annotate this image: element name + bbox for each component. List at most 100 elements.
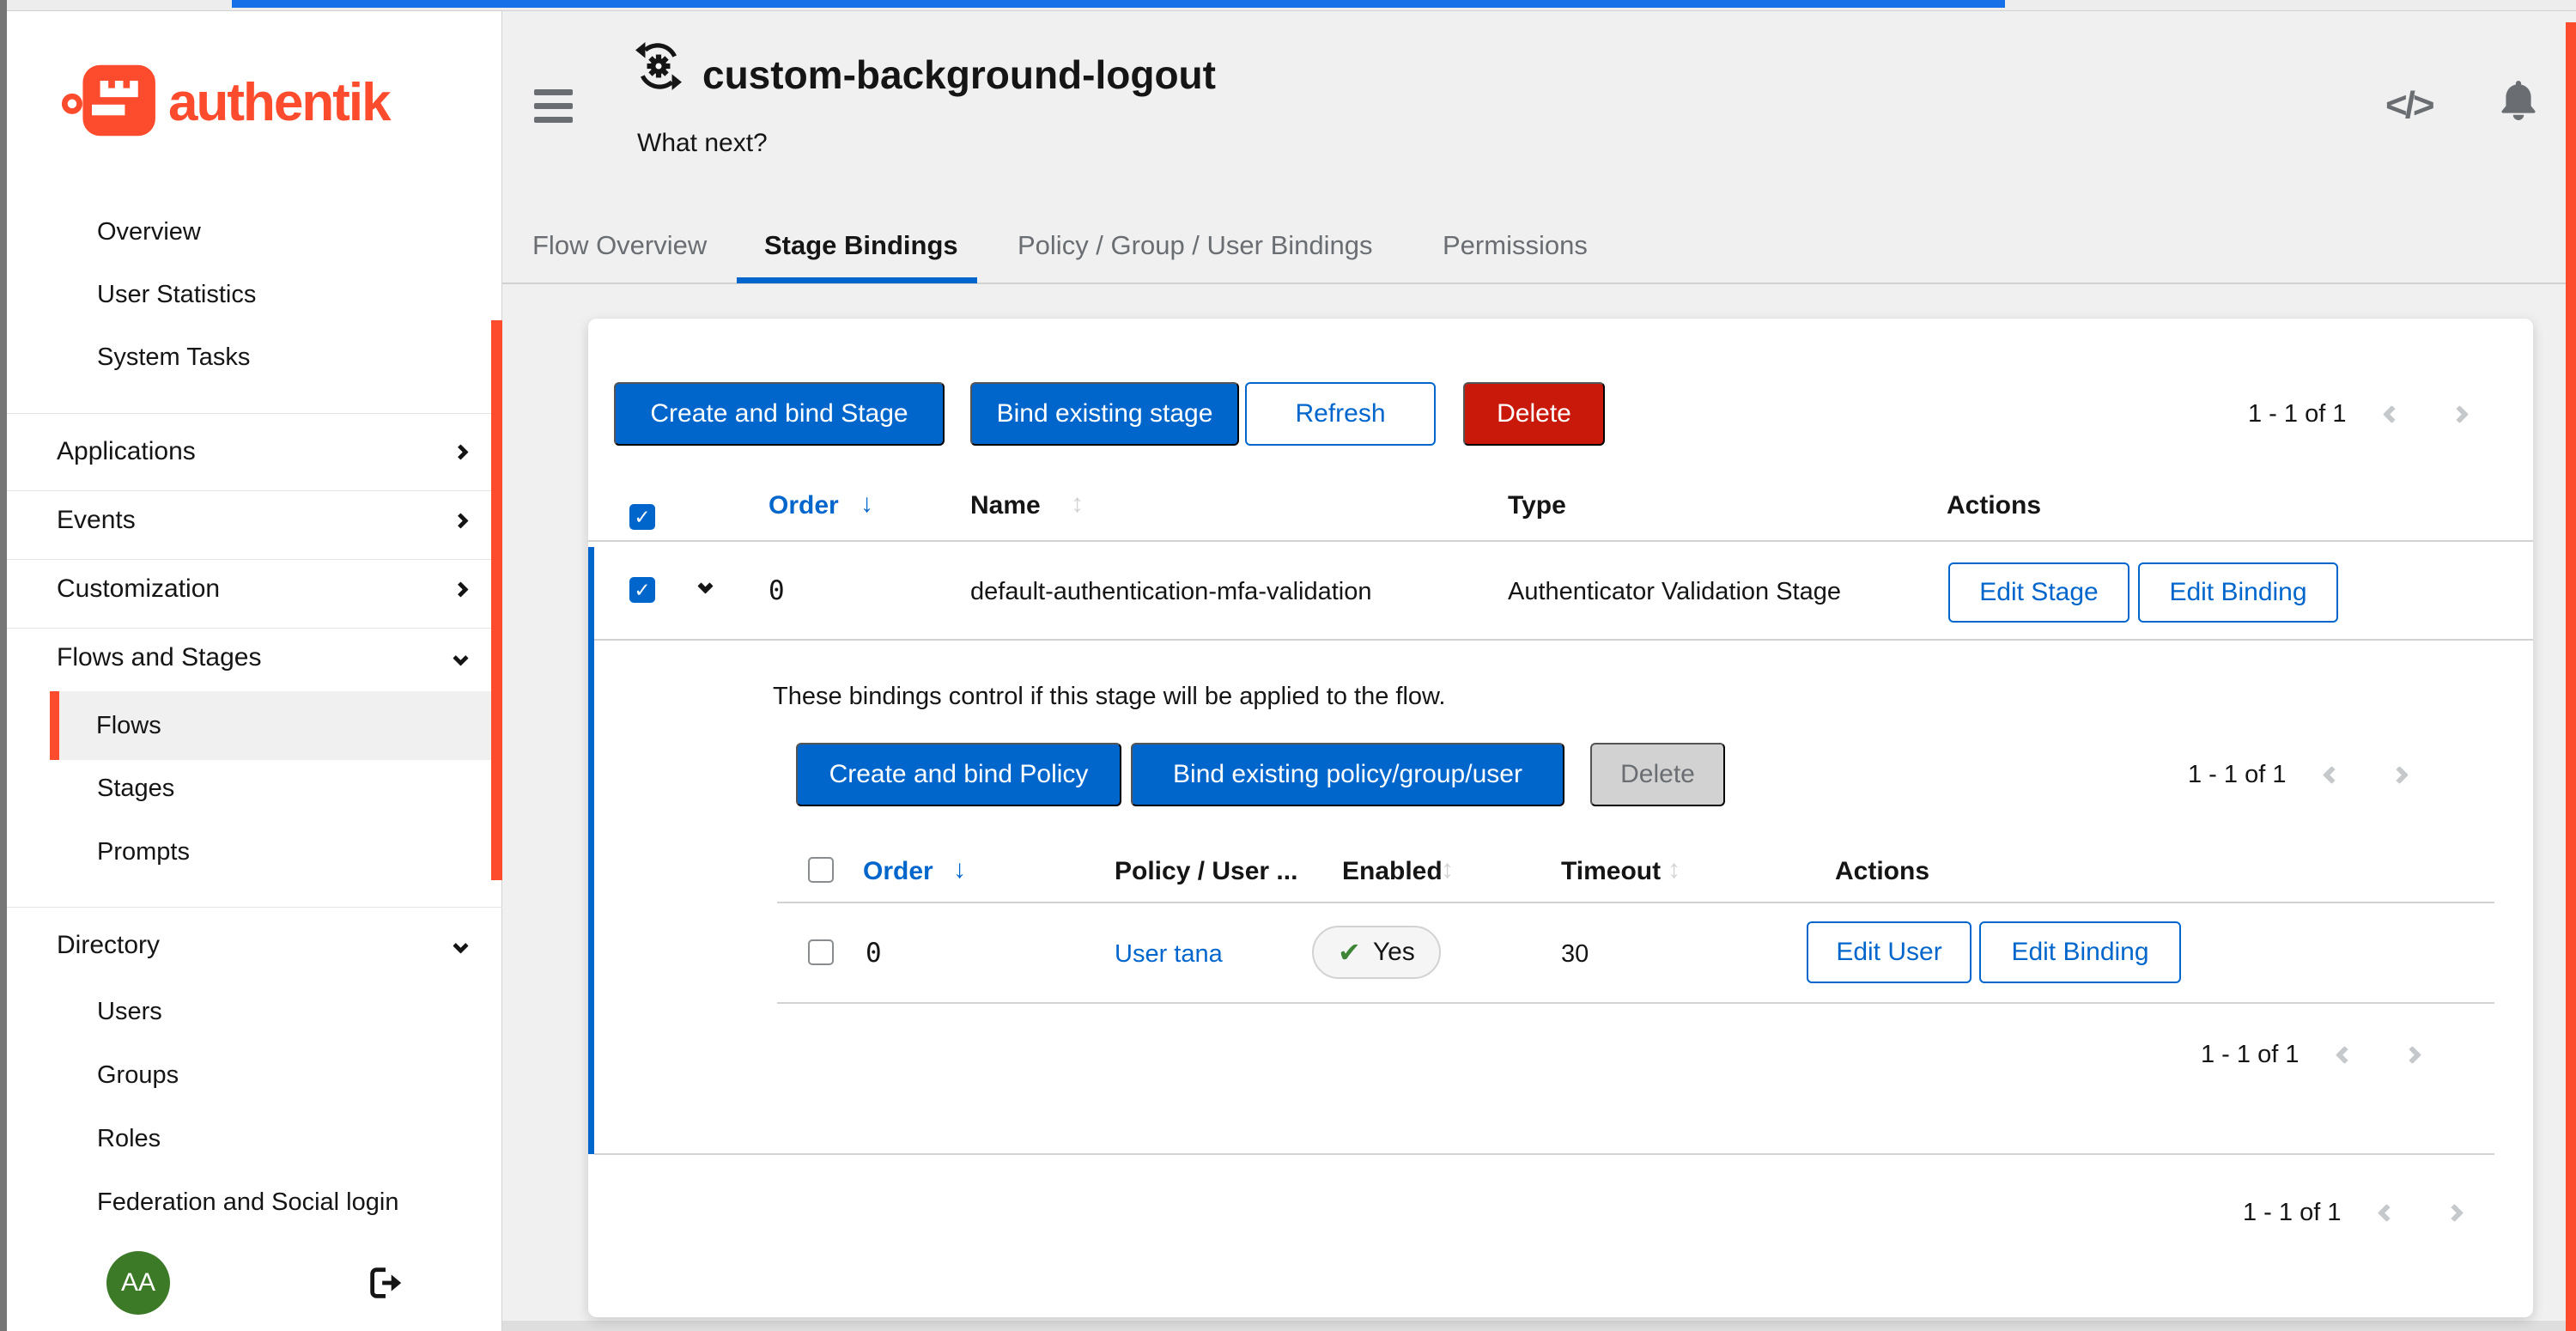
sub-column-header-enabled[interactable]: Enabled bbox=[1342, 857, 1443, 886]
select-all-checkbox[interactable]: ✓ bbox=[629, 504, 655, 530]
cell-order: 0 bbox=[769, 575, 785, 606]
sidebar-item-label: Roles bbox=[97, 1125, 161, 1153]
notification-bell-icon[interactable] bbox=[2497, 77, 2540, 125]
sidebar-item-label: Groups bbox=[97, 1061, 179, 1090]
sub-table-row-border bbox=[777, 1002, 2494, 1004]
sub-column-header-timeout[interactable]: Timeout bbox=[1561, 857, 1661, 886]
bind-existing-stage-button[interactable]: Bind existing stage bbox=[970, 382, 1239, 446]
pagination-next-icon[interactable] bbox=[2391, 765, 2409, 783]
sort-icon[interactable]: ↕ bbox=[1441, 855, 1454, 884]
sidebar-item-customization[interactable]: Customization bbox=[7, 558, 502, 620]
sidebar-item-label: Flows bbox=[96, 712, 161, 740]
enabled-badge-label: Yes bbox=[1373, 938, 1415, 967]
sidebar-item-label: Customization bbox=[57, 574, 220, 604]
tab-stage-bindings[interactable]: Stage Bindings bbox=[764, 230, 958, 261]
sidebar-item-users[interactable]: Users bbox=[7, 981, 502, 1042]
delete-button[interactable]: Delete bbox=[1463, 382, 1605, 446]
tab-policy-group-user-bindings[interactable]: Policy / Group / User Bindings bbox=[1018, 230, 1373, 261]
pagination-prev-icon[interactable] bbox=[2383, 404, 2401, 422]
pagination-policy-bottom: 1 - 1 of 1 bbox=[2201, 1037, 2419, 1072]
sidebar-item-applications[interactable]: Applications bbox=[7, 421, 502, 483]
sidebar-item-label: Events bbox=[57, 506, 136, 535]
sidebar-item-overview[interactable]: Overview bbox=[7, 201, 502, 263]
chevron-right-icon bbox=[453, 513, 468, 528]
sidebar-item-system-tasks[interactable]: System Tasks bbox=[7, 326, 502, 388]
create-and-bind-policy-button[interactable]: Create and bind Policy bbox=[796, 743, 1121, 806]
cell-name: default-authentication-mfa-validation bbox=[970, 578, 1372, 606]
sidebar-divider bbox=[7, 907, 502, 908]
user-link[interactable]: User tana bbox=[1115, 940, 1223, 969]
edit-user-button[interactable]: Edit User bbox=[1807, 921, 1971, 983]
sidebar-toggle-button[interactable] bbox=[534, 89, 573, 131]
sidebar: authentik Overview User Statistics Syste… bbox=[7, 11, 502, 1331]
pagination-label: 1 - 1 of 1 bbox=[2201, 1041, 2299, 1069]
authentik-logo[interactable]: authentik bbox=[62, 59, 390, 146]
sort-icon[interactable]: ↕ bbox=[1668, 855, 1680, 884]
cell-type: Authenticator Validation Stage bbox=[1508, 578, 1841, 606]
sidebar-scrollbar[interactable] bbox=[491, 320, 502, 880]
sort-icon[interactable]: ↕ bbox=[1071, 489, 1084, 519]
window-top-accent-bar bbox=[232, 0, 2005, 8]
sidebar-item-label: System Tasks bbox=[97, 343, 250, 372]
sidebar-item-label: Federation and Social login bbox=[97, 1188, 398, 1217]
expanded-row-accent bbox=[588, 547, 594, 1154]
tab-permissions[interactable]: Permissions bbox=[1443, 230, 1588, 261]
sub-column-header-order[interactable]: Order bbox=[863, 857, 933, 886]
sidebar-item-user-statistics[interactable]: User Statistics bbox=[7, 264, 502, 325]
sidebar-item-label: Flows and Stages bbox=[57, 643, 261, 672]
tab-flow-overview[interactable]: Flow Overview bbox=[532, 230, 707, 261]
pagination-bottom: 1 - 1 of 1 bbox=[2243, 1195, 2461, 1230]
sidebar-item-flows-and-stages[interactable]: Flows and Stages bbox=[7, 627, 502, 689]
pagination-label: 1 - 1 of 1 bbox=[2243, 1199, 2341, 1227]
row-checkbox[interactable]: ✓ bbox=[629, 577, 655, 603]
sidebar-item-label: Prompts bbox=[97, 838, 190, 866]
active-tab-underline bbox=[737, 277, 977, 283]
bind-existing-policy-button[interactable]: Bind existing policy/group/user bbox=[1131, 743, 1564, 806]
sidebar-item-federation[interactable]: Federation and Social login bbox=[7, 1171, 502, 1233]
column-header-order[interactable]: Order bbox=[769, 491, 839, 520]
edit-binding-button[interactable]: Edit Binding bbox=[2138, 562, 2338, 623]
sidebar-item-roles[interactable]: Roles bbox=[7, 1108, 502, 1170]
check-icon: ✓ bbox=[634, 506, 650, 529]
avatar-initials: AA bbox=[121, 1268, 155, 1298]
pagination-next-icon[interactable] bbox=[2403, 1045, 2421, 1063]
pagination-prev-icon[interactable] bbox=[2323, 765, 2341, 783]
delete-policy-button[interactable]: Delete bbox=[1590, 743, 1725, 806]
sidebar-item-label: User Statistics bbox=[97, 281, 256, 309]
page-scrollbar[interactable] bbox=[2566, 22, 2576, 1331]
sort-desc-icon[interactable]: ↓ bbox=[860, 489, 873, 519]
sidebar-item-groups[interactable]: Groups bbox=[7, 1044, 502, 1106]
sidebar-item-label: Users bbox=[97, 998, 162, 1026]
sort-desc-icon[interactable]: ↓ bbox=[953, 855, 966, 884]
hamburger-icon bbox=[534, 89, 573, 95]
refresh-button[interactable]: Refresh bbox=[1245, 382, 1436, 446]
user-avatar[interactable]: AA bbox=[106, 1251, 170, 1315]
pagination-prev-icon[interactable] bbox=[2378, 1203, 2396, 1221]
authentik-logo-text: authentik bbox=[168, 72, 390, 133]
sidebar-item-events[interactable]: Events bbox=[7, 489, 502, 551]
pagination-prev-icon[interactable] bbox=[2336, 1045, 2354, 1063]
check-circle-icon: ✔ bbox=[1338, 936, 1361, 969]
sub-select-all-checkbox[interactable] bbox=[808, 857, 834, 883]
sidebar-item-prompts[interactable]: Prompts bbox=[7, 821, 502, 883]
column-header-actions: Actions bbox=[1947, 491, 2041, 520]
create-and-bind-stage-button[interactable]: Create and bind Stage bbox=[614, 382, 945, 446]
api-code-icon[interactable]: </> bbox=[2385, 84, 2433, 127]
card-divider bbox=[594, 1153, 2494, 1155]
pagination-next-icon[interactable] bbox=[2451, 404, 2469, 422]
chevron-right-icon bbox=[453, 444, 468, 459]
pagination-top: 1 - 1 of 1 bbox=[2248, 397, 2466, 431]
sidebar-item-stages[interactable]: Stages bbox=[7, 757, 502, 819]
pagination-next-icon[interactable] bbox=[2445, 1203, 2464, 1221]
sidebar-item-flows[interactable]: Flows bbox=[50, 691, 502, 760]
sidebar-item-directory[interactable]: Directory bbox=[7, 915, 502, 976]
sub-column-header-actions: Actions bbox=[1835, 857, 1929, 886]
stage-bindings-card bbox=[588, 319, 2533, 1317]
edit-stage-button[interactable]: Edit Stage bbox=[1948, 562, 2129, 623]
sub-row-checkbox[interactable] bbox=[808, 939, 834, 965]
flow-process-icon bbox=[634, 41, 683, 95]
column-header-name[interactable]: Name bbox=[970, 491, 1041, 520]
logout-icon[interactable] bbox=[366, 1263, 405, 1307]
enabled-badge: ✔ Yes bbox=[1312, 926, 1441, 979]
edit-binding-sub-button[interactable]: Edit Binding bbox=[1979, 921, 2181, 983]
